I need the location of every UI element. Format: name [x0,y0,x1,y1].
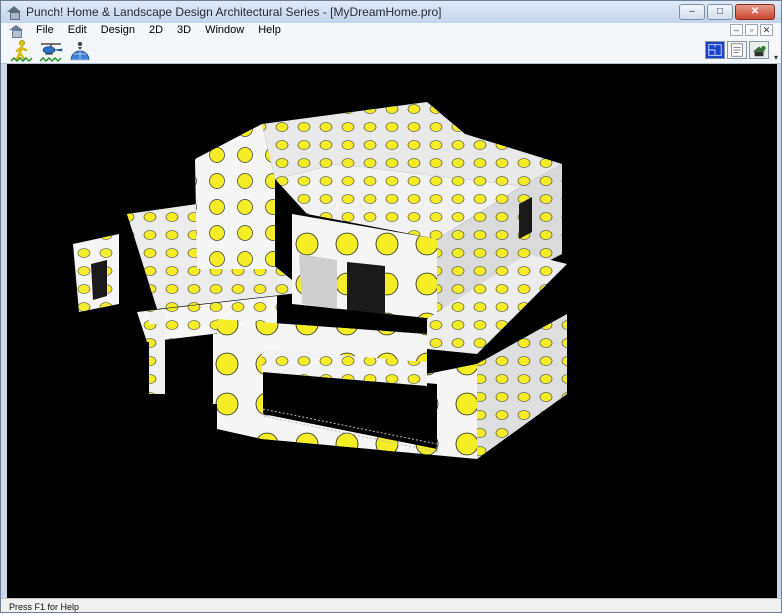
maximize-button[interactable]: □ [707,4,733,20]
menu-design[interactable]: Design [94,23,142,38]
balcony-opening [299,254,337,309]
walk-icon[interactable] [9,39,35,63]
toolbar-overflow-chevron-icon[interactable]: ▾ [774,53,778,62]
left-wing-window [91,260,107,300]
document-view-icon[interactable] [727,41,747,59]
close-button[interactable]: ✕ [735,4,775,20]
menu-2d[interactable]: 2D [142,23,170,38]
upper-door-opening [347,262,385,314]
3d-viewport[interactable] [7,64,777,598]
house-3d-render [73,102,567,459]
dome-icon[interactable] [67,39,93,63]
window-title: Punch! Home & Landscape Design Architect… [26,5,442,19]
toolbar: ▾ [1,38,781,64]
menu-bar: File Edit Design 2D 3D Window Help – ▫ ✕ [1,23,781,38]
document-icon[interactable] [9,25,23,38]
status-text: Press F1 for Help [9,602,80,612]
house-app-icon[interactable] [7,6,21,20]
left-post-texture [149,324,165,394]
upper-gable-texture [195,124,275,269]
view-mode-buttons [705,41,769,59]
document-close-button[interactable]: ✕ [760,24,773,36]
right-upper-window [519,197,532,239]
app-window: Punch! Home & Landscape Design Architect… [0,0,782,613]
helicopter-icon[interactable] [38,39,64,63]
document-minimize-button[interactable]: – [730,24,743,36]
menu-help[interactable]: Help [251,23,288,38]
status-bar: Press F1 for Help [1,598,781,612]
title-bar[interactable]: Punch! Home & Landscape Design Architect… [1,1,781,23]
menu-edit[interactable]: Edit [61,23,94,38]
center-post-texture [213,334,235,404]
minimize-button[interactable]: – [679,4,705,20]
window-controls: – □ ✕ [679,4,775,20]
menu-window[interactable]: Window [198,23,251,38]
menu-file[interactable]: File [29,23,61,38]
document-restore-button[interactable]: ▫ [745,24,758,36]
plan-view-icon[interactable] [705,41,725,59]
menu-3d[interactable]: 3D [170,23,198,38]
3d-view-icon[interactable] [749,41,769,59]
document-window-controls: – ▫ ✕ [730,24,773,36]
